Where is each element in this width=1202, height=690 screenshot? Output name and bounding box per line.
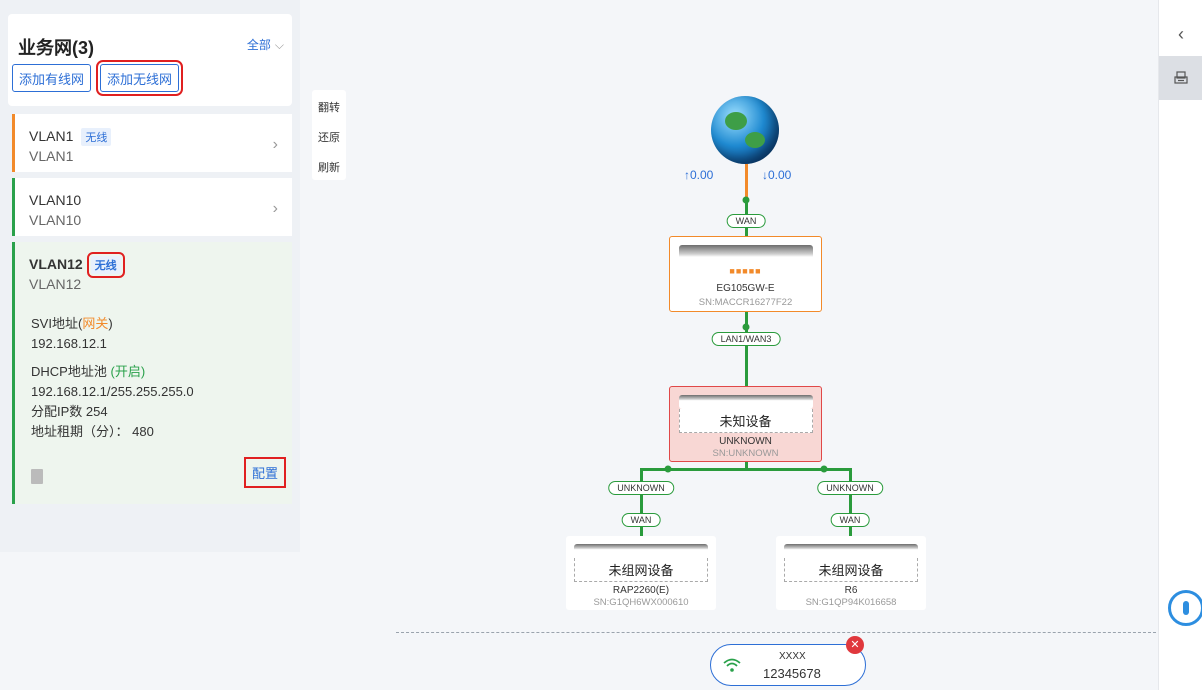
network-header: 业务网(3) 全部 ⌵ 添加有线网 添加无线网	[8, 14, 292, 106]
divider	[396, 632, 1156, 633]
wan-port-pill: WAN	[726, 214, 766, 228]
device-model: EG105GW-E	[716, 283, 775, 294]
device-model: RAP2260(E)	[612, 585, 670, 596]
device-sn: SN:MACCR16277F22	[698, 297, 793, 308]
document-icon[interactable]	[31, 469, 43, 484]
chevron-down-icon: ⌵	[274, 38, 284, 52]
wireless-tag: 无线	[86, 252, 125, 278]
link	[849, 468, 852, 540]
flip-button[interactable]: 翻转	[312, 96, 346, 120]
device-label: 未组网设备	[574, 558, 708, 582]
svi-info: SVI地址(网关) 192.168.12.1	[31, 316, 113, 351]
dhcp-info: DHCP地址池 (开启) 192.168.12.1/255.255.255.0 …	[31, 364, 194, 439]
device-image	[574, 544, 708, 558]
config-button[interactable]: 配置	[243, 457, 287, 488]
printer-icon[interactable]	[1159, 56, 1202, 100]
device-label: 未组网设备	[784, 558, 918, 582]
gw-port-pill: LAN1/WAN3	[711, 332, 781, 346]
device-model: UNKNOWN	[719, 436, 772, 447]
vlan-name: VLAN1 无线	[29, 128, 112, 146]
ap-port-pill: WAN	[830, 513, 870, 527]
gateway-device[interactable]: ■■■■■ EG105GW-E SN:MACCR16277F22	[669, 236, 822, 312]
unknown-device[interactable]: 未知设备 UNKNOWN SN:UNKNOWN	[669, 386, 822, 462]
vlan-name: VLAN12 无线	[29, 252, 125, 278]
internet-globe-icon	[711, 96, 779, 164]
upload-rate: ↑0.00	[684, 168, 714, 182]
right-rail: ‹	[1158, 0, 1202, 690]
ungrouped-device-r6[interactable]: 未组网设备 R6 SN:G1QP94K016658	[776, 536, 926, 610]
restore-button[interactable]: 还原	[312, 126, 346, 150]
link-node	[742, 196, 750, 204]
chevron-right-icon[interactable]: ›	[273, 136, 278, 154]
link	[640, 468, 643, 540]
vlan-card-vlan1[interactable]: VLAN1 无线 VLAN1 ›	[12, 114, 292, 172]
vlan-card-vlan12: VLAN12 无线 VLAN12 SVI地址(网关) 192.168.12.1 D…	[12, 242, 292, 504]
wan-link	[745, 164, 748, 200]
chevron-right-icon[interactable]: ›	[273, 200, 278, 218]
device-sn: SN:G1QH6WX000610	[593, 597, 689, 608]
link-node	[742, 323, 750, 331]
wifi-ssid-card[interactable]: XXXX 12345678	[710, 644, 866, 686]
vlan-name: VLAN10	[29, 192, 82, 208]
branch-link	[640, 468, 850, 471]
branch-port-pill: UNKNOWN	[608, 481, 674, 495]
network-panel: 业务网(3) 全部 ⌵ 添加有线网 添加无线网 VLAN1 无线 VLAN1 › V…	[0, 0, 300, 552]
filter-dropdown[interactable]: 全部 ⌵	[247, 36, 284, 53]
device-sn: SN:UNKNOWN	[712, 448, 779, 459]
filter-label: 全部	[246, 38, 271, 52]
ungrouped-device-rap2260[interactable]: 未组网设备 RAP2260(E) SN:G1QH6WX000610	[566, 536, 716, 610]
device-image	[784, 544, 918, 558]
assistant-bot-icon[interactable]	[1168, 590, 1202, 626]
branch-port-pill: UNKNOWN	[817, 481, 883, 495]
wifi-icon	[723, 657, 741, 678]
topology-canvas: 业务网(3) 全部 ⌵ 添加有线网 添加无线网 VLAN1 无线 VLAN1 › V…	[0, 0, 1158, 690]
led-indicators: ■■■■■	[729, 266, 762, 276]
link-node	[820, 465, 828, 473]
add-wired-button[interactable]: 添加有线网	[12, 64, 92, 92]
wifi-password: 12345678	[763, 666, 821, 681]
download-rate: ↓0.00	[762, 168, 792, 182]
topology-toolbar: 翻转 还原 刷新	[312, 90, 346, 180]
vlan-subtitle: VLAN12	[29, 276, 82, 292]
wireless-tag: 无线	[81, 128, 112, 146]
device-label: 未知设备	[678, 409, 813, 433]
device-sn: SN:G1QP94K016658	[805, 597, 897, 608]
panel-title: 业务网(3)	[18, 38, 94, 58]
wifi-ssid: XXXX	[779, 651, 806, 662]
ap-port-pill: WAN	[621, 513, 661, 527]
add-wireless-button[interactable]: 添加无线网	[95, 60, 184, 96]
device-image	[678, 395, 813, 409]
refresh-button[interactable]: 刷新	[312, 156, 346, 180]
chevron-left-icon[interactable]: ‹	[1159, 12, 1202, 56]
vlan-card-vlan10[interactable]: VLAN10 VLAN10 ›	[12, 178, 292, 236]
close-icon[interactable]: ✕	[846, 636, 864, 654]
device-model: R6	[844, 585, 858, 596]
link-node	[664, 465, 672, 473]
vlan-subtitle: VLAN10	[29, 212, 82, 228]
vlan-subtitle: VLAN1	[29, 148, 74, 164]
